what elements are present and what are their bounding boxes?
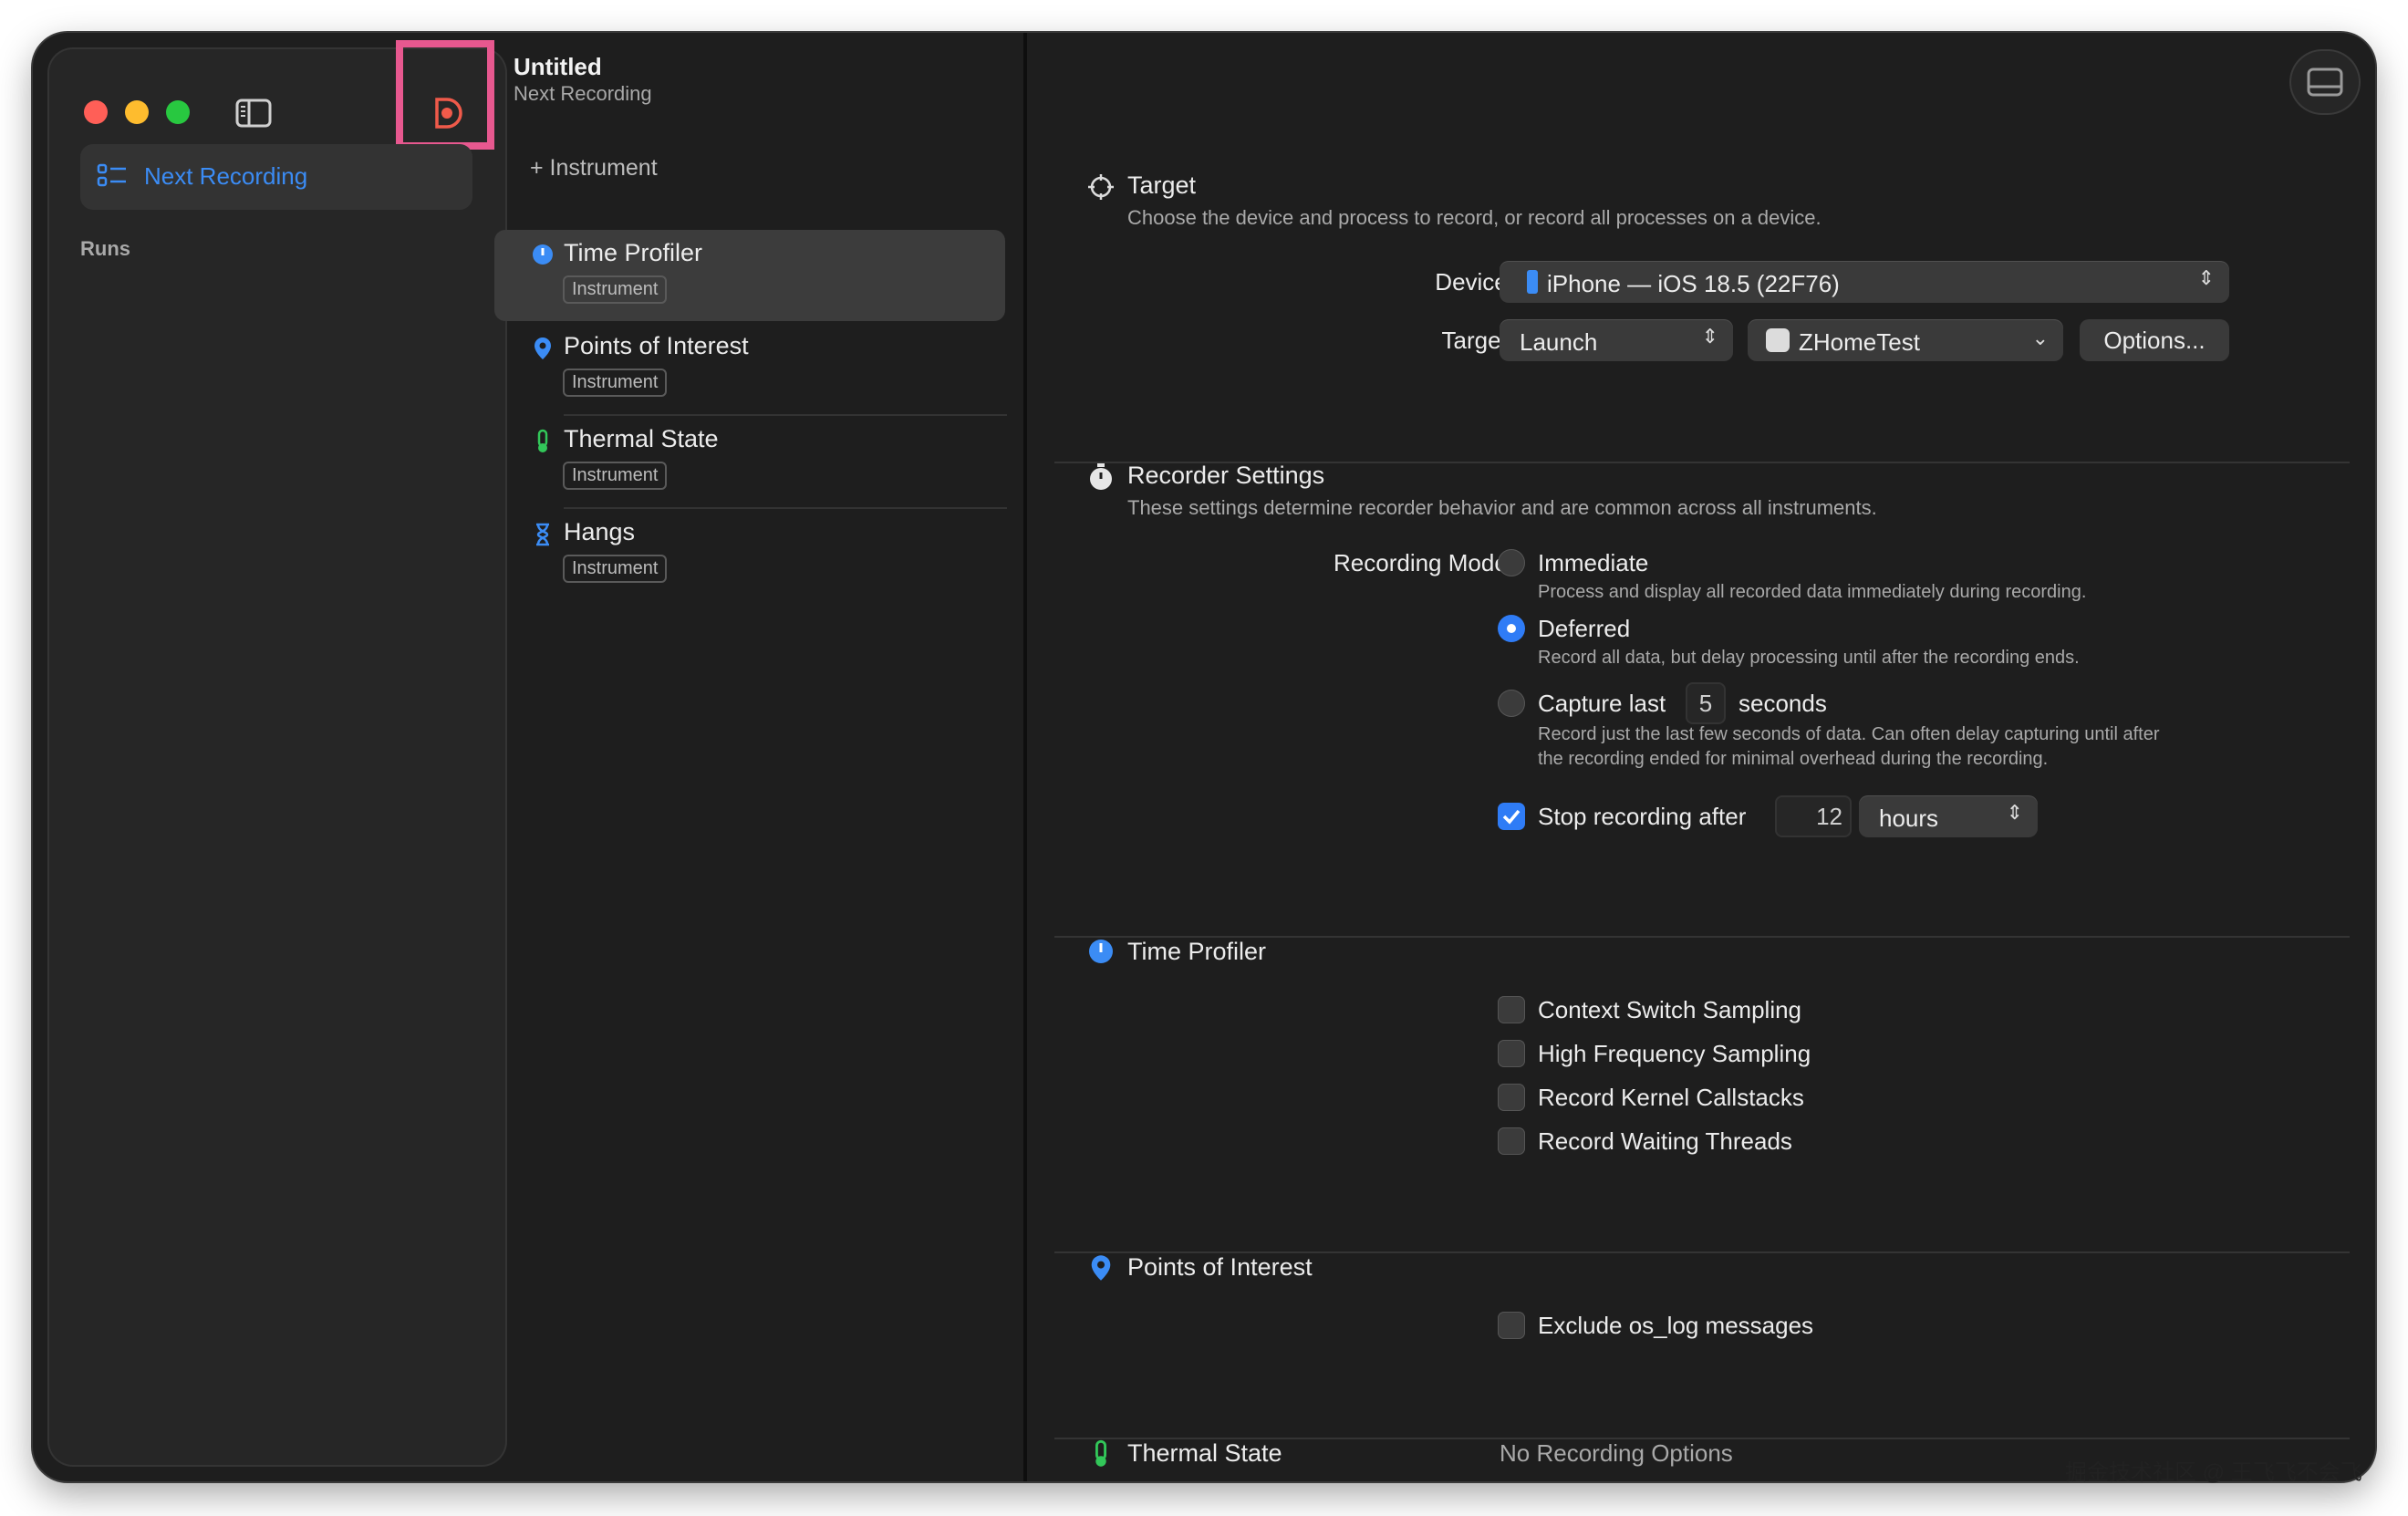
capture-last-label: Capture last [1538,690,1666,717]
checkmark-icon [1502,809,1521,825]
poi-section-title: Points of Interest [1127,1253,1313,1281]
sidebar-item-label: Next Recording [144,162,308,190]
stop-unit-value: hours [1879,805,1939,832]
updown-chevron-icon: ⇕ [1701,325,1718,348]
list-icon [97,162,128,194]
panel-bottom-icon [2307,67,2343,97]
close-window-button[interactable] [84,100,108,124]
updown-chevron-icon: ⇕ [2006,801,2023,824]
target-app-value: ZHomeTest [1799,328,1920,356]
recorder-section-title: Recorder Settings [1127,462,1325,489]
pin-icon [531,336,555,366]
target-mode-value: Launch [1520,328,1598,356]
app-icon [1766,328,1790,352]
deferred-radio[interactable] [1498,615,1525,642]
sidebar: Next Recording Runs [47,40,507,1467]
stop-unit-popup[interactable]: hours ⇕ [1859,795,2038,837]
watermark-text: 掘金技术社区 @ 王飞飞不会飞 [2065,1460,2362,1485]
target-icon [1087,173,1115,205]
capture-seconds-field[interactable]: 5 [1686,682,1726,724]
device-label: Device: [1435,268,1514,296]
immediate-label: Immediate [1538,549,1649,576]
capture-desc-line2: the recording ended for minimal overhead… [1538,749,2049,769]
runs-section-label: Runs [80,237,130,260]
instrument-item-hangs[interactable]: Hangs Instrument [494,509,1005,600]
instrument-name: Thermal State [564,425,719,452]
immediate-desc: Process and display all recorded data im… [1538,582,2087,602]
instrument-badge: Instrument [563,369,668,397]
stop-recording-label: Stop recording after [1538,803,1747,830]
high-frequency-label: High Frequency Sampling [1538,1040,1811,1067]
sidebar-toggle-icon[interactable] [235,99,272,132]
instrument-item-points-of-interest[interactable]: Points of Interest Instrument [494,323,1005,414]
stop-after-field[interactable]: 12 [1775,795,1852,837]
context-switch-label: Context Switch Sampling [1538,996,1802,1023]
context-switch-checkbox[interactable] [1498,996,1525,1023]
high-frequency-checkbox[interactable] [1498,1040,1525,1067]
deferred-desc: Record all data, but delay processing un… [1538,648,2080,668]
target-label: Target: [1441,327,1515,354]
time-profiler-icon [1087,938,1115,970]
waiting-threads-checkbox[interactable] [1498,1127,1525,1155]
time-profiler-section-title: Time Profiler [1127,938,1267,965]
chevron-down-icon: ⌄ [2031,327,2049,349]
thermal-no-options: No Recording Options [1500,1439,1733,1467]
instrument-name: Points of Interest [564,332,749,359]
options-button[interactable]: Options... [2080,319,2229,361]
stop-recording-checkbox[interactable] [1498,803,1525,830]
device-popup[interactable]: iPhone — iOS 18.5 (22F76) ⇕ [1500,261,2229,303]
kernel-callstacks-label: Record Kernel Callstacks [1538,1084,1804,1111]
add-instrument-button[interactable]: + Instrument [530,155,658,182]
hourglass-icon [531,522,555,552]
capture-last-radio[interactable] [1498,690,1525,717]
recorder-section-desc: These settings determine recorder behavi… [1127,496,1877,519]
target-section-desc: Choose the device and process to record,… [1127,206,1822,229]
thermal-section-title: Thermal State [1127,1439,1282,1467]
stopwatch-icon [1087,462,1115,497]
zoom-window-button[interactable] [166,100,190,124]
recording-mode-label: Recording Mode: [1334,549,1514,576]
instrument-name: Time Profiler [564,239,703,266]
instrument-item-time-profiler[interactable]: Time Profiler Instrument [494,230,1005,321]
device-value: iPhone — iOS 18.5 (22F76) [1547,270,1840,297]
updown-chevron-icon: ⇕ [2197,266,2215,289]
waiting-threads-label: Record Waiting Threads [1538,1127,1792,1155]
record-highlight-annotation [396,40,494,150]
pin-icon [1087,1253,1115,1287]
immediate-radio[interactable] [1498,549,1525,576]
exclude-oslog-label: Exclude os_log messages [1538,1312,1814,1339]
target-app-popup[interactable]: ZHomeTest ⌄ [1748,319,2063,361]
deferred-label: Deferred [1538,615,1631,642]
capture-unit-label: seconds [1739,690,1827,717]
iphone-icon [1527,270,1538,294]
kernel-callstacks-checkbox[interactable] [1498,1084,1525,1111]
document-subtitle: Next Recording [514,82,652,105]
bottom-panel-toggle-button[interactable] [2289,49,2361,115]
app-window: Next Recording Runs Untitled Next Record… [33,33,2375,1481]
capture-desc-line1: Record just the last few seconds of data… [1538,724,2160,744]
target-mode-popup[interactable]: Launch ⇕ [1500,319,1733,361]
minimize-window-button[interactable] [125,100,149,124]
time-profiler-icon [531,243,555,271]
thermometer-icon [1087,1439,1115,1473]
instrument-badge: Instrument [563,555,668,583]
instrument-badge: Instrument [563,275,668,304]
target-section-title: Target [1127,171,1197,199]
instrument-item-thermal-state[interactable]: Thermal State Instrument [494,416,1005,507]
sidebar-item-next-recording[interactable]: Next Recording [80,144,472,210]
instrument-badge: Instrument [563,462,668,490]
instrument-name: Hangs [564,518,636,545]
exclude-oslog-checkbox[interactable] [1498,1312,1525,1339]
document-title: Untitled [514,53,602,80]
thermometer-icon [531,429,555,459]
